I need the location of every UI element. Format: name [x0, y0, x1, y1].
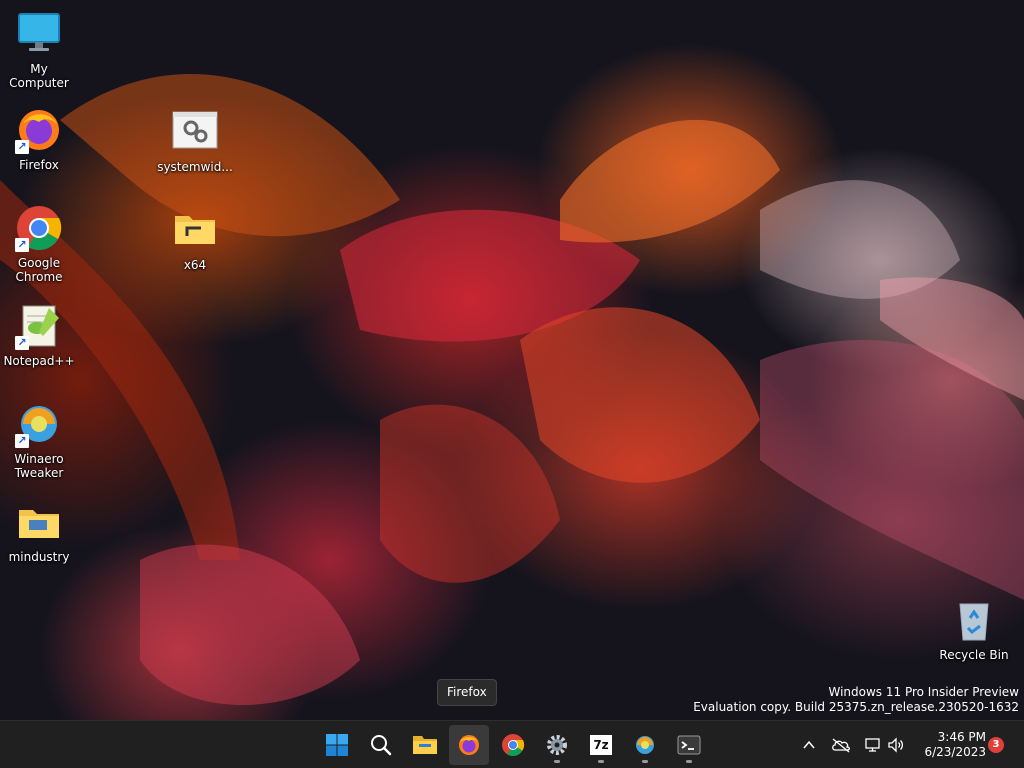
shortcut-arrow-icon: ↗ — [15, 336, 29, 350]
search-icon — [371, 735, 392, 756]
shortcut-arrow-icon: ↗ — [15, 140, 29, 154]
desktop-icon-label: My Computer — [9, 62, 69, 90]
winaero-tweaker-icon: ↗ — [15, 400, 63, 448]
taskbar: 7z 3:46 PM 6/23/2023 3 — [0, 720, 1024, 768]
onedrive-tray-button[interactable] — [829, 733, 853, 757]
winaero-tweaker-icon — [636, 736, 654, 754]
network-tray-button[interactable] — [861, 733, 885, 757]
desktop-icon-systemwid[interactable]: systemwid... — [157, 108, 233, 174]
taskbar-tooltip: Firefox — [437, 679, 497, 706]
shortcut-arrow-icon: ↗ — [15, 434, 29, 448]
taskbar-7zip-button[interactable]: 7z — [581, 725, 621, 765]
taskbar-file-explorer-button[interactable] — [405, 725, 445, 765]
7zip-icon: 7z — [590, 735, 612, 755]
desktop-icon-label: mindustry — [8, 550, 70, 564]
terminal-icon — [677, 735, 701, 755]
folder-icon — [413, 736, 437, 754]
clock-time: 3:46 PM — [937, 730, 986, 744]
desktop-icon-label: Recycle Bin — [939, 648, 1009, 662]
desktop-icon-google-chrome[interactable]: ↗ Google Chrome — [1, 204, 77, 284]
firefox-icon — [459, 735, 479, 755]
watermark-edition: Windows 11 Pro Insider Preview — [828, 685, 1019, 699]
notepad-plus-plus-icon: ↗ — [15, 302, 63, 350]
taskbar-search-button[interactable] — [361, 725, 401, 765]
running-indicator — [554, 760, 560, 763]
taskbar-chrome-button[interactable] — [493, 725, 533, 765]
folder-icon — [15, 498, 63, 546]
running-indicator — [642, 760, 648, 763]
desktop-icon-label: Google Chrome — [15, 256, 63, 284]
clock-date: 6/23/2023 — [924, 745, 986, 759]
desktop-icon-label: Firefox — [19, 158, 59, 172]
desktop-icon-label: Notepad++ — [3, 354, 75, 368]
desktop-icon-label: x64 — [183, 258, 207, 272]
shortcut-arrow-icon: ↗ — [15, 238, 29, 252]
speaker-icon — [888, 737, 904, 753]
taskbar-start-button[interactable] — [317, 725, 357, 765]
taskbar-terminal-button[interactable] — [669, 725, 709, 765]
windows-logo-icon — [326, 734, 348, 756]
taskbar-settings-button[interactable] — [537, 725, 577, 765]
settings-file-icon — [171, 108, 219, 156]
running-indicator — [598, 760, 604, 763]
cloud-offline-icon — [832, 738, 850, 753]
show-hidden-icons-button[interactable] — [797, 733, 821, 757]
desktop-icon-my-computer[interactable]: My Computer — [1, 10, 77, 90]
taskbar-winaero-tweaker-button[interactable] — [625, 725, 665, 765]
recycle-bin-icon — [950, 596, 998, 644]
desktop-icon-mindustry[interactable]: mindustry — [1, 498, 77, 564]
desktop-icon-recycle-bin[interactable]: Recycle Bin — [936, 596, 1012, 662]
gear-icon — [547, 735, 567, 755]
monitor-icon — [15, 10, 63, 58]
chrome-icon: ↗ — [15, 204, 63, 252]
volume-tray-button[interactable] — [884, 733, 908, 757]
taskbar-firefox-button[interactable] — [449, 725, 489, 765]
folder-icon — [171, 206, 219, 254]
notification-count-badge[interactable]: 3 — [988, 737, 1004, 753]
running-indicator — [686, 760, 692, 763]
desktop-wallpaper — [0, 0, 1024, 720]
desktop-icon-x64[interactable]: x64 — [157, 206, 233, 272]
desktop-icon-label: Winaero Tweaker — [14, 452, 64, 480]
firefox-icon: ↗ — [15, 106, 63, 154]
network-icon — [865, 738, 880, 752]
taskbar-clock[interactable]: 3:46 PM 6/23/2023 — [916, 730, 986, 760]
watermark-build: Evaluation copy. Build 25375.zn_release.… — [693, 700, 1019, 714]
evaluation-watermark: Windows 11 Pro Insider Preview Evaluatio… — [693, 685, 1019, 715]
chrome-icon — [502, 734, 525, 756]
wallpaper-ribbons — [0, 73, 1024, 705]
desktop-icon-firefox[interactable]: ↗ Firefox — [1, 106, 77, 172]
desktop-icon-label: systemwid... — [157, 160, 233, 174]
desktop-icon-notepad-plus-plus[interactable]: ↗ Notepad++ — [1, 302, 77, 368]
desktop-icon-winaero-tweaker[interactable]: ↗ Winaero Tweaker — [1, 400, 77, 480]
chevron-up-icon — [803, 740, 815, 749]
